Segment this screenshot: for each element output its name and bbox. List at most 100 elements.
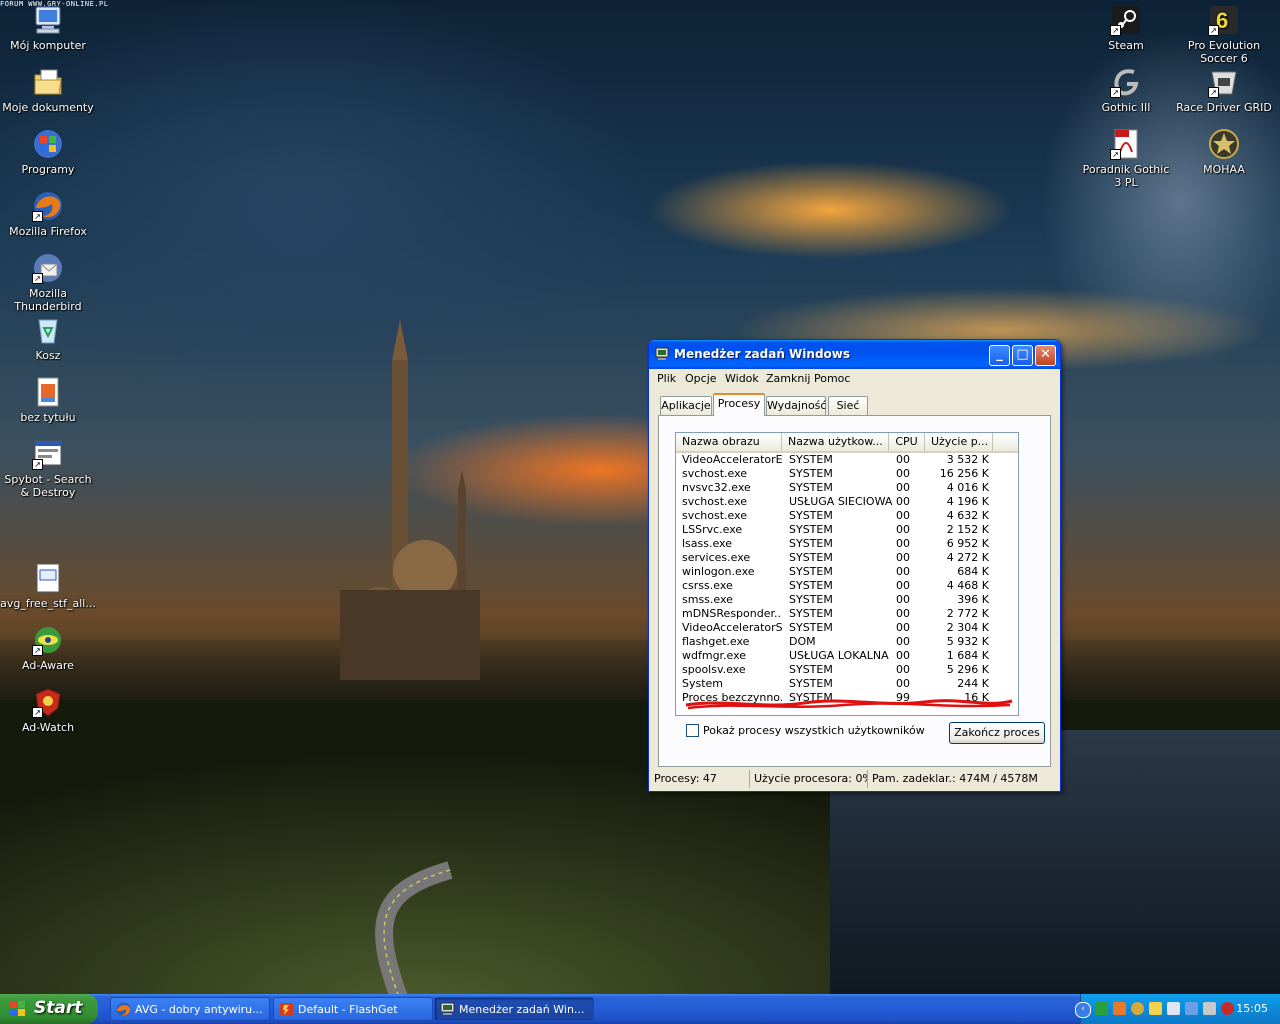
avg-tray-icon[interactable]	[1131, 1002, 1144, 1015]
process-user: SYSTEM	[789, 579, 833, 592]
shortcut-arrow-icon: ↗	[32, 459, 43, 470]
table-row[interactable]: VideoAcceleratorS... SYSTEM 00 2 304 K	[676, 621, 1018, 635]
column-header-cpu[interactable]: CPU	[889, 433, 925, 451]
taskbar-button-flashget[interactable]: Default - FlashGet	[273, 997, 433, 1021]
pdf-icon: ↗	[1110, 128, 1142, 160]
minimize-button[interactable]: _	[989, 345, 1010, 366]
desktop-icon-thunderbird[interactable]: ↗ Mozilla Thunderbird	[0, 252, 96, 313]
process-memory: 2 772 K	[946, 607, 989, 620]
task-manager-icon	[655, 347, 669, 361]
icon-label: Mozilla Firefox	[9, 225, 87, 238]
volume-icon[interactable]	[1203, 1002, 1216, 1015]
tab-procesy[interactable]: Procesy	[713, 393, 765, 416]
icon-label: Mój komputer	[10, 39, 86, 52]
process-list[interactable]: Nazwa obrazu Nazwa użytkow... CPU Użycie…	[675, 432, 1019, 716]
icon-label: Steam	[1108, 39, 1144, 52]
flashget-icon	[279, 1002, 294, 1017]
shortcut-arrow-icon: ↗	[32, 211, 43, 222]
task-manager-window[interactable]: Menedżer zadań Windows _ □ ✕ Plik Opcje …	[648, 339, 1061, 792]
process-memory: 396 K	[957, 593, 989, 606]
menu-widok[interactable]: Widok	[725, 372, 759, 385]
menu-plik[interactable]: Plik	[657, 372, 676, 385]
desktop-icon-programs[interactable]: Programy	[0, 128, 96, 176]
process-name: lsass.exe	[682, 537, 732, 550]
desktop[interactable]: FORUM WWW.GRY-ONLINE.PL Mój komputer Moj…	[0, 0, 1280, 994]
table-row[interactable]: smss.exe SYSTEM 00 396 K	[676, 593, 1018, 607]
process-memory: 1 684 K	[946, 649, 989, 662]
desktop-icon-avg-installer[interactable]: avg_free_stf_all...	[0, 562, 96, 610]
desktop-icon-ad-watch[interactable]: ↗ Ad-Watch	[0, 686, 96, 734]
process-memory: 5 932 K	[946, 635, 989, 648]
taskbar-button-label: AVG - dobry antywiru...	[135, 1003, 263, 1016]
process-name: flashget.exe	[682, 635, 750, 648]
table-row[interactable]: services.exe SYSTEM 00 4 272 K	[676, 551, 1018, 565]
table-row[interactable]: lsass.exe SYSTEM 00 6 952 K	[676, 537, 1018, 551]
icon-label: Kosz	[35, 349, 61, 362]
tab-wydajnosc[interactable]: Wydajność	[766, 396, 826, 415]
desktop-icon-poradnik-gothic[interactable]: ↗ Poradnik Gothic 3 PL	[1078, 128, 1174, 189]
icon-label: Poradnik Gothic 3 PL	[1082, 163, 1170, 189]
process-user: SYSTEM	[789, 565, 833, 578]
process-user: DOM	[789, 635, 816, 648]
process-cpu: 00	[896, 593, 910, 606]
menu-pomoc[interactable]: Pomoc	[814, 372, 850, 385]
desktop-icon-my-computer[interactable]: Mój komputer	[0, 4, 96, 52]
display-tray-icon[interactable]	[1185, 1002, 1198, 1015]
desktop-icon-spybot[interactable]: ↗ Spybot - Search & Destroy	[0, 438, 96, 499]
desktop-icon-firefox[interactable]: ↗ Mozilla Firefox	[0, 190, 96, 238]
table-row[interactable]: svchost.exe USŁUGA SIECIOWA 00 4 196 K	[676, 495, 1018, 509]
menu-zamknij[interactable]: Zamknij	[766, 372, 810, 385]
table-row[interactable]: svchost.exe SYSTEM 00 16 256 K	[676, 467, 1018, 481]
desktop-icon-mohaa[interactable]: MOHAA	[1176, 128, 1272, 176]
table-row[interactable]: wdfmgr.exe USŁUGA LOKALNA 00 1 684 K	[676, 649, 1018, 663]
end-process-button[interactable]: Zakończ proces	[949, 722, 1045, 744]
column-header-image-name[interactable]: Nazwa obrazu	[676, 433, 782, 451]
computer-tray-icon[interactable]	[1167, 1002, 1180, 1015]
tab-siec[interactable]: Sieć	[828, 396, 868, 415]
title-bar[interactable]: Menedżer zadań Windows _ □ ✕	[649, 340, 1060, 369]
desktop-icon-gothic[interactable]: ↗ Gothic III	[1078, 66, 1174, 114]
tab-aplikacje[interactable]: Aplikacje	[660, 396, 712, 415]
desktop-icon-recycle-bin[interactable]: Kosz	[0, 314, 96, 362]
menu-bar: Plik Opcje Widok Zamknij Pomoc	[652, 370, 1057, 388]
column-header-memory[interactable]: Użycie p...	[925, 433, 993, 451]
show-all-processes-checkbox[interactable]	[686, 724, 699, 737]
process-memory: 4 468 K	[946, 579, 989, 592]
icon-label: Ad-Watch	[21, 721, 75, 734]
table-row[interactable]: System SYSTEM 00 244 K	[676, 677, 1018, 691]
show-hidden-icons-button[interactable]: ‹	[1075, 1002, 1091, 1018]
taskbar-button-avg[interactable]: AVG - dobry antywiru...	[110, 997, 270, 1021]
maximize-button[interactable]: □	[1012, 345, 1033, 366]
table-row[interactable]: LSSrvc.exe SYSTEM 00 2 152 K	[676, 523, 1018, 537]
table-row[interactable]: VideoAcceleratorE... SYSTEM 00 3 532 K	[676, 453, 1018, 467]
column-header-user-name[interactable]: Nazwa użytkow...	[782, 433, 889, 451]
desktop-icon-steam[interactable]: ↗ Steam	[1078, 4, 1174, 52]
table-row[interactable]: svchost.exe SYSTEM 00 4 632 K	[676, 509, 1018, 523]
shortcut-arrow-icon: ↗	[1110, 149, 1121, 160]
table-row[interactable]: flashget.exe DOM 00 5 932 K	[676, 635, 1018, 649]
table-row[interactable]: csrss.exe SYSTEM 00 4 468 K	[676, 579, 1018, 593]
clock[interactable]: 15:05	[1236, 1002, 1268, 1015]
vertical-scrollbar[interactable]: ▲ ▼	[1018, 433, 1019, 715]
menu-opcje[interactable]: Opcje	[685, 372, 717, 385]
desktop-icon-ad-aware[interactable]: ↗ Ad-Aware	[0, 624, 96, 672]
desktop-icon-bez-tytulu[interactable]: bez tytułu	[0, 376, 96, 424]
close-button[interactable]: ✕	[1035, 345, 1056, 366]
table-row[interactable]: mDNSResponder.... SYSTEM 00 2 772 K	[676, 607, 1018, 621]
desktop-icon-my-documents[interactable]: Moje dokumenty	[0, 66, 96, 114]
taskbar-button-task-manager[interactable]: Menedżer zadań Win...	[434, 997, 594, 1021]
security-tray-icon[interactable]	[1221, 1002, 1234, 1015]
status-cpu: Użycie procesora: 0%	[750, 770, 868, 788]
show-all-processes-label[interactable]: Pokaż procesy wszystkich użytkowników	[703, 724, 925, 737]
ad-watch-tray-icon[interactable]	[1149, 1002, 1162, 1015]
table-row[interactable]: winlogon.exe SYSTEM 00 684 K	[676, 565, 1018, 579]
desktop-icon-race-driver-grid[interactable]: ↗ Race Driver GRID	[1176, 66, 1272, 114]
flashget-tray-icon[interactable]	[1113, 1002, 1126, 1015]
process-user: SYSTEM	[789, 453, 833, 466]
start-button[interactable]: Start	[0, 994, 98, 1024]
table-row[interactable]: nvsvc32.exe SYSTEM 00 4 016 K	[676, 481, 1018, 495]
desktop-icon-pes6[interactable]: 6 ↗ Pro Evolution Soccer 6	[1176, 4, 1272, 65]
network-icon[interactable]	[1095, 1002, 1108, 1015]
table-row[interactable]: spoolsv.exe SYSTEM 00 5 296 K	[676, 663, 1018, 677]
process-name: svchost.exe	[682, 509, 748, 522]
